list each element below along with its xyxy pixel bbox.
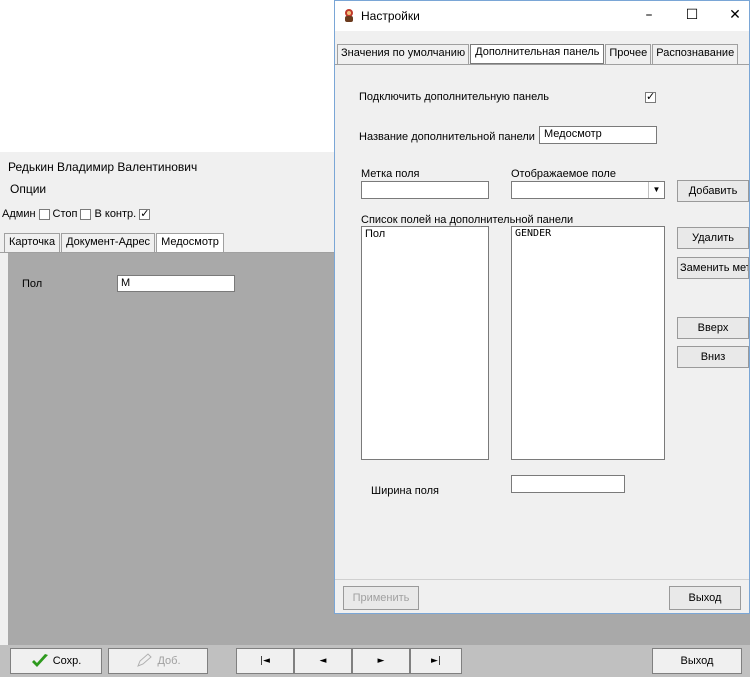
field-width-input[interactable] — [511, 475, 625, 493]
prev-record-icon: ◄ — [319, 656, 327, 666]
delete-button[interactable]: Удалить — [677, 227, 749, 249]
field-labels-list[interactable]: Пол — [361, 226, 489, 460]
field-label-caption: Метка поля — [361, 168, 420, 180]
main-tabs: Карточка Документ-Адрес Медосмотр — [4, 233, 225, 253]
panel-name-label: Название дополнительной панели — [359, 131, 535, 143]
tab-defaults[interactable]: Значения по умолчанию — [337, 44, 470, 64]
tab-other[interactable]: Прочее — [605, 44, 652, 64]
tab-document-address[interactable]: Документ-Адрес — [61, 233, 156, 253]
field-list-caption: Список полей на дополнительной панели — [361, 214, 574, 226]
settings-dialog: Настройки – ☐ ✕ Значения по умолчанию До… — [334, 0, 750, 614]
dialog-exit-button[interactable]: Выход — [669, 586, 741, 610]
prev-record-button[interactable]: ◄ — [294, 648, 352, 674]
main-exit-button-label: Выход — [680, 655, 714, 667]
stop-label: Стоп — [52, 208, 78, 220]
app-icon — [345, 9, 353, 22]
pencil-icon — [137, 653, 153, 667]
add-button-label: Доб. — [157, 655, 181, 667]
in-control-checkbox[interactable] — [139, 207, 151, 220]
save-button[interactable]: Сохр. — [10, 648, 102, 674]
add-field-button[interactable]: Добавить — [677, 180, 749, 202]
display-field-select[interactable]: ▼ — [511, 181, 665, 199]
menu-options[interactable]: Опции — [10, 182, 46, 196]
gender-input[interactable]: М — [117, 275, 235, 292]
add-button[interactable]: Доб. — [108, 648, 208, 674]
dialog-footer-divider — [335, 579, 749, 580]
dialog-tab-divider — [335, 64, 749, 65]
stop-checkbox[interactable] — [80, 208, 92, 220]
admin-label: Админ — [2, 208, 36, 220]
minimize-icon[interactable]: – — [635, 5, 663, 25]
options-row: Админ Стоп В контр. — [2, 204, 151, 224]
field-width-label: Ширина поля — [371, 485, 439, 497]
dialog-titlebar: Настройки – ☐ ✕ — [335, 1, 749, 31]
save-button-label: Сохр. — [52, 655, 82, 667]
panel-name-input[interactable]: Медосмотр — [539, 126, 657, 144]
main-window-title: Редькин Владимир Валентинович — [8, 160, 198, 174]
display-field-caption: Отображаемое поле — [511, 168, 616, 180]
replace-label-button[interactable]: Заменить метку — [677, 257, 749, 279]
move-down-button[interactable]: Вниз — [677, 346, 749, 368]
list-item[interactable]: Пол — [365, 228, 485, 240]
next-record-icon: ► — [377, 656, 385, 666]
move-up-button[interactable]: Вверх — [677, 317, 749, 339]
tab-medical-exam[interactable]: Медосмотр — [156, 233, 224, 253]
first-record-button[interactable]: |◄ — [236, 648, 294, 674]
field-names-list[interactable]: GENDER — [511, 226, 665, 460]
bottom-toolbar: Сохр. Доб. |◄ ◄ ► ►| Выход — [0, 645, 750, 677]
gender-label: Пол — [22, 278, 43, 290]
list-item[interactable]: GENDER — [515, 228, 661, 239]
close-icon[interactable]: ✕ — [721, 5, 749, 25]
dialog-tabs: Значения по умолчанию Дополнительная пан… — [337, 44, 739, 64]
main-exit-button[interactable]: Выход — [652, 648, 742, 674]
enable-panel-checkbox[interactable] — [645, 90, 656, 103]
admin-checkbox[interactable] — [38, 208, 50, 220]
last-record-button[interactable]: ►| — [410, 648, 462, 674]
chevron-down-icon[interactable]: ▼ — [648, 182, 664, 198]
enable-panel-label: Подключить дополнительную панель — [359, 91, 550, 103]
tab-extra-panel[interactable]: Дополнительная панель — [470, 44, 605, 64]
checkmark-icon — [31, 654, 48, 667]
field-label-input[interactable] — [361, 181, 489, 199]
first-record-icon: |◄ — [260, 656, 270, 666]
tab-recognition[interactable]: Распознавание — [652, 44, 739, 64]
tab-card[interactable]: Карточка — [4, 233, 61, 253]
last-record-icon: ►| — [431, 656, 441, 666]
in-control-label: В контр. — [94, 208, 137, 220]
next-record-button[interactable]: ► — [352, 648, 410, 674]
apply-button[interactable]: Применить — [343, 586, 419, 610]
dialog-title: Настройки — [361, 9, 420, 23]
maximize-icon[interactable]: ☐ — [678, 5, 706, 25]
